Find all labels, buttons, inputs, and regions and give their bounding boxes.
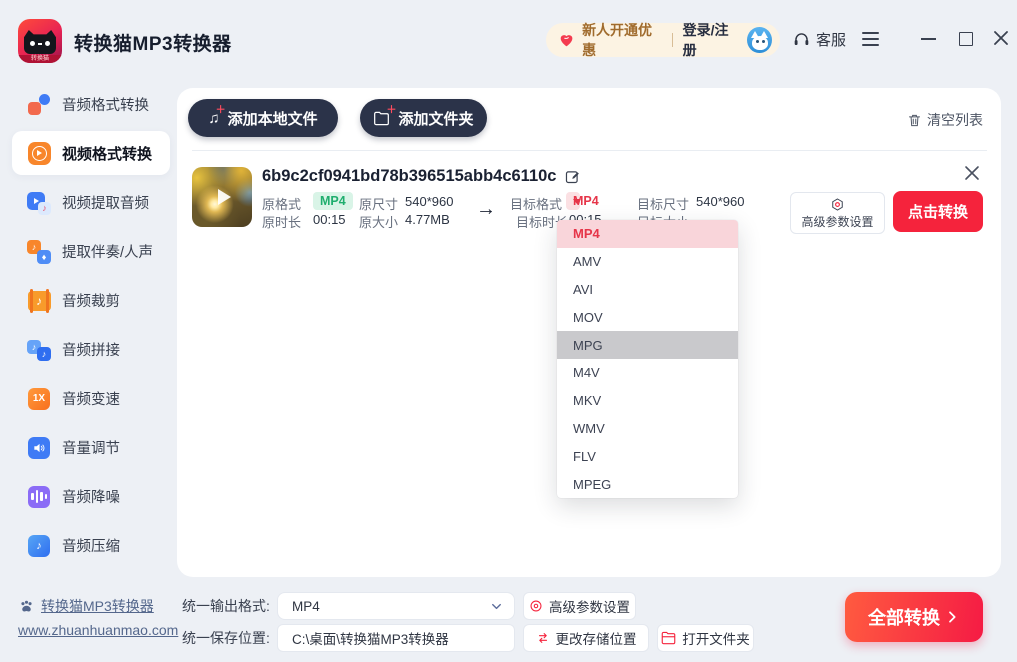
chevron-right-icon (944, 609, 960, 625)
promo-text[interactable]: 新人开通优惠 (582, 20, 662, 60)
heart-icon (558, 31, 575, 49)
dropdown-option-mkv[interactable]: MKV (557, 387, 738, 415)
advanced-settings-button[interactable]: 高级参数设置 (790, 192, 885, 234)
change-location-button[interactable]: 更改存储位置 (523, 624, 649, 652)
source-dimension-label: 原尺寸 (359, 194, 398, 213)
source-duration-value: 00:15 (313, 212, 346, 227)
sidebar-item-vocal-extract[interactable]: ♪♦ 提取伴奏/人声 (0, 227, 177, 276)
target-dimension-value: 540*960 (696, 194, 744, 209)
headset-icon (792, 30, 811, 49)
gear-icon (830, 197, 845, 212)
sidebar-footer: 转换猫MP3转换器 (18, 596, 154, 616)
dropdown-option-m4v[interactable]: M4V (557, 359, 738, 387)
source-format-badge: MP4 (313, 192, 353, 210)
app-title: 转换猫MP3转换器 (74, 29, 232, 56)
folder-icon (661, 631, 676, 645)
dropdown-option-mpg[interactable]: MPG (557, 331, 738, 359)
caret-down-icon (573, 199, 581, 204)
site-url-link[interactable]: www.zhuanhuanmao.com (18, 622, 178, 638)
convert-all-button[interactable]: 全部转换 (845, 592, 983, 642)
target-format-dropdown[interactable]: MP4 (566, 192, 580, 210)
save-path-input[interactable]: C:\桌面\转换猫MP3转换器 (277, 624, 515, 652)
sidebar-item-audio-trim[interactable]: ♪ 音频裁剪 (0, 276, 177, 325)
gear-icon (529, 599, 543, 613)
volume-icon (27, 436, 51, 460)
open-folder-button[interactable]: 打开文件夹 (657, 624, 754, 652)
customer-service-label: 客服 (816, 29, 846, 50)
maximize-button[interactable] (959, 32, 973, 46)
dropdown-option-mov[interactable]: MOV (557, 303, 738, 331)
dropdown-option-mp4[interactable]: MP4 (557, 220, 738, 248)
source-size-label: 原大小 (359, 212, 398, 231)
output-format-label: 统一输出格式: (182, 592, 270, 620)
convert-file-button[interactable]: 点击转换 (893, 191, 983, 232)
sidebar-item-audio-denoise[interactable]: 音频降噪 (0, 472, 177, 521)
divider (672, 33, 673, 47)
audio-trim-icon: ♪ (27, 289, 51, 313)
sidebar-item-video-format[interactable]: 视频格式转换 (12, 131, 170, 175)
main-panel: ♫＋ 添加本地文件 ＋ 添加文件夹 清空列表 6b9c2cf0941bd78b3… (177, 88, 1001, 577)
swap-icon (536, 631, 550, 645)
menu-icon[interactable] (862, 32, 879, 46)
sidebar-item-audio-merge[interactable]: ♪♪ 音频拼接 (0, 325, 177, 374)
sidebar-item-audio-speed[interactable]: 1X 音频变速 (0, 374, 177, 423)
arrow-right-icon: → (476, 198, 496, 221)
sidebar-item-volume[interactable]: 音量调节 (0, 423, 177, 472)
target-format-label: 目标格式 (510, 194, 562, 213)
format-dropdown-menu: MP4 AMV AVI MOV MPG M4V MKV WMV FLV MPEG (557, 220, 738, 498)
dropdown-option-avi[interactable]: AVI (557, 276, 738, 304)
audio-format-icon (27, 93, 51, 117)
dropdown-option-amv[interactable]: AMV (557, 248, 738, 276)
dropdown-option-flv[interactable]: FLV (557, 442, 738, 470)
dropdown-option-wmv[interactable]: WMV (557, 415, 738, 443)
video-format-icon (27, 141, 51, 165)
audio-speed-icon: 1X (27, 387, 51, 411)
source-duration-label: 原时长 (262, 212, 301, 231)
promo-banner[interactable]: 新人开通优惠 登录/注册 (546, 23, 780, 57)
source-format-label: 原格式 (262, 194, 301, 213)
vocal-extract-icon: ♪♦ (27, 240, 51, 264)
user-avatar[interactable] (747, 27, 772, 53)
chevron-down-icon (489, 599, 504, 614)
sidebar-item-video-extract-audio[interactable]: ♪ 视频提取音频 (0, 178, 177, 227)
app-window: 转换猫 转换猫MP3转换器 新人开通优惠 登录/注册 客服 音频格式转换 (0, 0, 1017, 662)
app-logo: 转换猫 (18, 19, 62, 63)
audio-compress-icon: ♪ (27, 534, 51, 558)
sidebar: 音频格式转换 视频格式转换 ♪ 视频提取音频 ♪♦ 提取伴奏/人声 ♪ 音频裁剪… (0, 80, 177, 570)
source-size-value: 4.77MB (405, 212, 450, 227)
audio-merge-icon: ♪♪ (27, 338, 51, 362)
sidebar-item-audio-compress[interactable]: ♪ 音频压缩 (0, 521, 177, 570)
minimize-button[interactable] (921, 38, 936, 40)
paw-icon (18, 598, 35, 615)
video-extract-audio-icon: ♪ (27, 191, 51, 215)
close-button[interactable] (994, 31, 1008, 45)
sidebar-item-audio-format[interactable]: 音频格式转换 (0, 80, 177, 129)
source-dimension-value: 540*960 (405, 194, 453, 209)
save-path-label: 统一保存位置: (182, 624, 270, 652)
remove-file-icon[interactable] (964, 165, 980, 181)
target-dimension-label: 目标尺寸 (637, 194, 689, 213)
login-register-link[interactable]: 登录/注册 (683, 20, 740, 60)
advanced-settings-footer-button[interactable]: 高级参数设置 (523, 592, 636, 620)
audio-denoise-icon (27, 485, 51, 509)
output-format-select[interactable]: MP4 (277, 592, 515, 620)
dropdown-option-mpeg[interactable]: MPEG (557, 470, 738, 498)
site-name-link[interactable]: 转换猫MP3转换器 (41, 596, 154, 616)
customer-service-button[interactable]: 客服 (792, 29, 846, 50)
